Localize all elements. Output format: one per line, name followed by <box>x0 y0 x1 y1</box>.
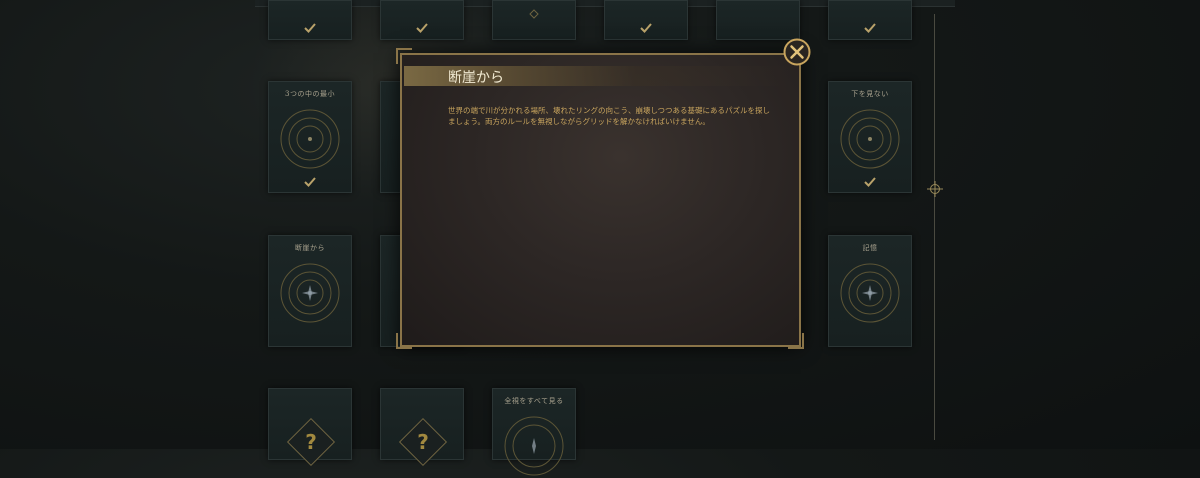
checkmark-icon <box>640 23 652 33</box>
concentric-rings-icon <box>840 109 900 169</box>
concentric-rings-icon <box>280 109 340 169</box>
modal-corner-bottom-right <box>788 333 804 349</box>
puzzle-card-memory[interactable]: 記憶 <box>828 235 912 347</box>
progress-rail <box>934 14 935 440</box>
compass-rings-icon <box>504 416 564 476</box>
checkmark-icon <box>864 177 876 187</box>
checkmark-icon <box>864 23 876 33</box>
card-title: 断崖から <box>295 244 325 252</box>
modal-corner-top-left <box>396 48 412 64</box>
modal-description: 世界の端で川が分かれる場所、壊れたリングの向こう、崩壊しつつある基礎にあるパズル… <box>448 106 771 126</box>
card-title: 下を見ない <box>851 90 889 98</box>
compass-rings-icon <box>280 263 340 323</box>
checkmark-icon <box>416 23 428 33</box>
puzzle-card-top-2[interactable] <box>380 0 464 40</box>
diamond-node-icon <box>529 9 539 19</box>
close-icon[interactable] <box>783 38 811 66</box>
card-title: 記憶 <box>862 244 878 252</box>
puzzle-card-top-5[interactable] <box>716 0 800 40</box>
puzzle-card-see-everything[interactable]: 全視をすべて見る <box>492 388 576 476</box>
modal-corner-bottom-left <box>396 333 412 349</box>
rail-crosshair-icon[interactable] <box>927 181 943 197</box>
checkmark-icon <box>304 177 316 187</box>
puzzle-card-top-4[interactable] <box>604 0 688 40</box>
puzzle-card-three-minimum[interactable]: 3つの中の最小 <box>268 81 352 193</box>
question-mark-icon: ? <box>286 417 336 467</box>
modal-title: 断崖から <box>448 70 504 86</box>
puzzle-card-top-3[interactable] <box>492 0 576 40</box>
compass-rings-icon <box>840 263 900 323</box>
puzzle-card-dont-look-down[interactable]: 下を見ない <box>828 81 912 193</box>
puzzle-card-top-1[interactable] <box>268 0 352 40</box>
puzzle-info-modal: 断崖から 世界の端で川が分かれる場所、壊れたリングの向こう、崩壊しつつある基礎に… <box>400 53 801 347</box>
puzzle-card-locked-1[interactable]: ? <box>268 388 352 467</box>
puzzle-card-cliff[interactable]: 断崖から <box>268 235 352 347</box>
question-mark-icon: ? <box>398 417 448 467</box>
puzzle-card-locked-2[interactable]: ? <box>380 388 464 467</box>
puzzle-card-top-6[interactable] <box>828 0 912 40</box>
card-title: 3つの中の最小 <box>285 90 335 98</box>
checkmark-icon <box>304 23 316 33</box>
card-title: 全視をすべて見る <box>504 397 564 405</box>
